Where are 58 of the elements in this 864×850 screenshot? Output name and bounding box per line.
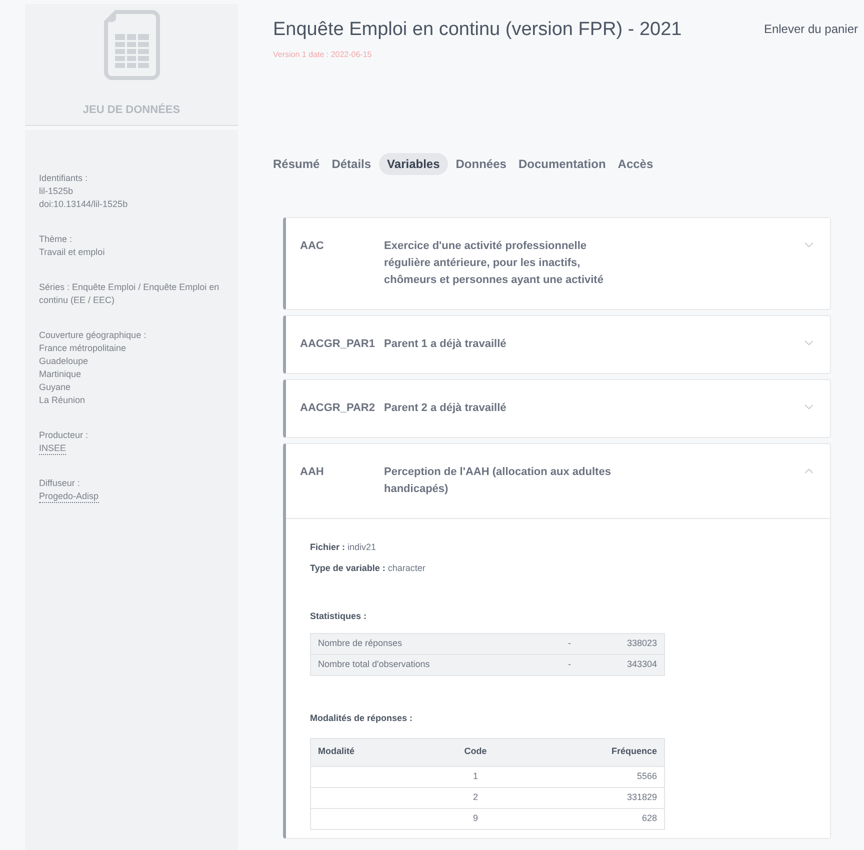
version-date: Version 1 date : 2022-06-15: [273, 48, 373, 60]
table-cell: 343304: [584, 654, 664, 676]
table-cell: Nombre total d'observations: [310, 654, 554, 676]
page-title: Enquête Emploi en continu (version FPR) - 2021: [273, 18, 682, 42]
table-cell: -: [554, 654, 584, 676]
table-cell: 331829: [505, 787, 664, 808]
variable-code: AACGR_PAR1: [300, 336, 376, 352]
variable-code: AAH: [300, 464, 325, 480]
table-cell: 9: [446, 808, 506, 829]
series-info: Séries : Enquête Emploi / Enquête Emploi en continu (EE / EEC): [39, 281, 220, 307]
table-cell: 338023: [584, 634, 664, 654]
variable-label: Exercice d'une activité professionnelle régulière antérieure, pour les inactifs, chômeurs et personnes ayant une activité: [384, 238, 604, 288]
variable-code: AACGR_PAR2: [300, 400, 376, 416]
info-value: Travail et emploi: [39, 246, 105, 259]
table-cell: 628: [505, 808, 664, 829]
variable-label: Perception de l'AAH (allocation aux adultes handicapés): [384, 464, 612, 496]
tab[interactable]: Données: [452, 152, 510, 174]
table-cell: 5566: [505, 766, 664, 787]
variable-header[interactable]: AAC Exercice d'une activité professionnelle régulière antérieure, pour les inactifs, chômeurs et personnes ayant une activité: [286, 218, 830, 308]
table-cell: -: [554, 634, 584, 654]
info-label: Diffuseur :: [39, 477, 80, 490]
info-link[interactable]: INSEE: [39, 442, 66, 455]
table-cell: 1: [446, 766, 506, 787]
tab[interactable]: Documentation: [514, 152, 610, 174]
tab[interactable]: Résumé: [269, 152, 324, 174]
info-label: Producteur :: [39, 429, 88, 442]
info-link[interactable]: Progedo-Adisp: [39, 490, 99, 503]
column-header: Fréquence: [505, 738, 664, 766]
variable-label: Parent 1 a déjà travaillé: [384, 336, 508, 352]
tab[interactable]: Détails: [328, 152, 376, 174]
variable-header[interactable]: AAH Perception de l'AAH (allocation aux adultes handicapés): [286, 444, 830, 518]
variable-header[interactable]: AACGR_PAR2 Parent 2 a déjà travaillé: [286, 380, 830, 436]
column-header: Modalité: [310, 738, 446, 766]
info-value: France métropolitaine: [39, 342, 126, 355]
field-info: Fichier : indiv21: [310, 540, 378, 554]
info-value: Martinique: [39, 368, 82, 381]
table-cell: 2: [446, 787, 506, 808]
tab[interactable]: Variables: [379, 152, 448, 174]
info-label: Identifiants :: [39, 172, 88, 185]
tab[interactable]: Accès: [614, 152, 658, 174]
section-heading: Modalités de réponses :: [310, 712, 414, 725]
spreadsheet-file-icon: [104, 10, 160, 80]
info-value: doi:10.13144/lil-1525b: [39, 198, 128, 211]
variable-code: AAC: [300, 238, 325, 254]
category-label: JEU DE DONNÉES: [82, 102, 180, 118]
field-info: Type de variable : character: [310, 562, 426, 575]
info-value: Guadeloupe: [39, 355, 88, 368]
column-header: Code: [446, 738, 506, 766]
section-heading: Statistiques :: [310, 610, 368, 623]
variable-header[interactable]: AACGR_PAR1 Parent 1 a déjà travaillé: [286, 316, 830, 372]
info-value: lil-1525b: [39, 185, 74, 198]
info-label: Couverture géographique :: [39, 329, 146, 342]
remove-from-cart-link[interactable]: Enlever du panier: [764, 20, 858, 38]
variable-label: Parent 2 a déjà travaillé: [384, 400, 508, 416]
info-label: Thème :: [39, 233, 72, 246]
info-value: Guyane: [39, 381, 71, 394]
info-value: La Réunion: [39, 394, 86, 407]
table-cell: Nombre de réponses: [310, 634, 554, 654]
